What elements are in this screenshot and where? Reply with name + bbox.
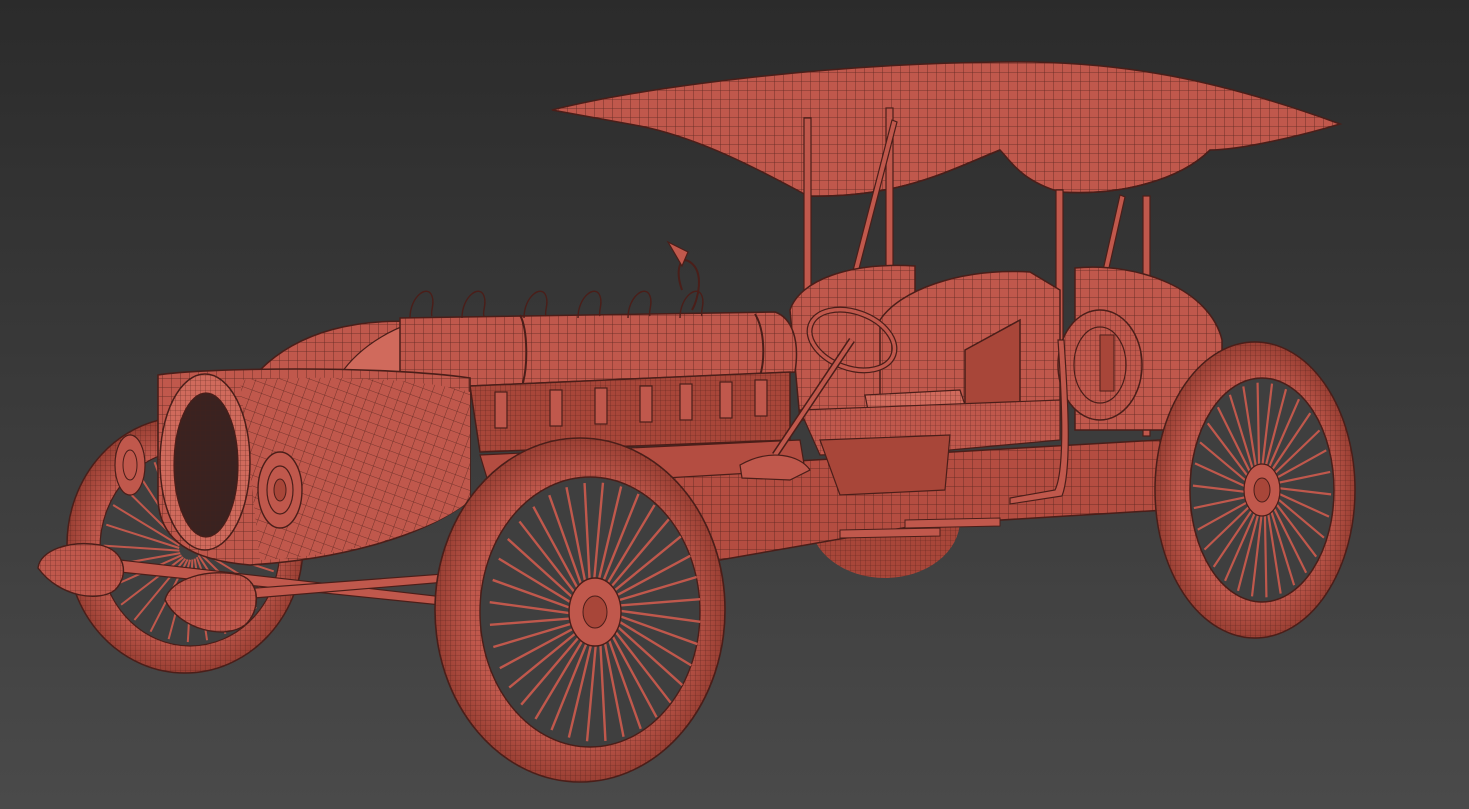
spark-plug <box>754 379 768 417</box>
spark-plug <box>719 381 733 419</box>
spark-plug <box>494 391 508 429</box>
spark-plug <box>549 389 563 427</box>
3d-viewport[interactable] <box>0 0 1469 809</box>
spare-wheel[interactable] <box>1057 309 1143 421</box>
spark-plug <box>639 385 653 423</box>
spark-plug <box>679 383 693 421</box>
viewport-canvas[interactable] <box>0 0 1469 809</box>
rear-right-wheel[interactable] <box>1154 341 1356 639</box>
spark-plug <box>594 387 608 425</box>
front-right-wheel[interactable] <box>434 437 726 783</box>
